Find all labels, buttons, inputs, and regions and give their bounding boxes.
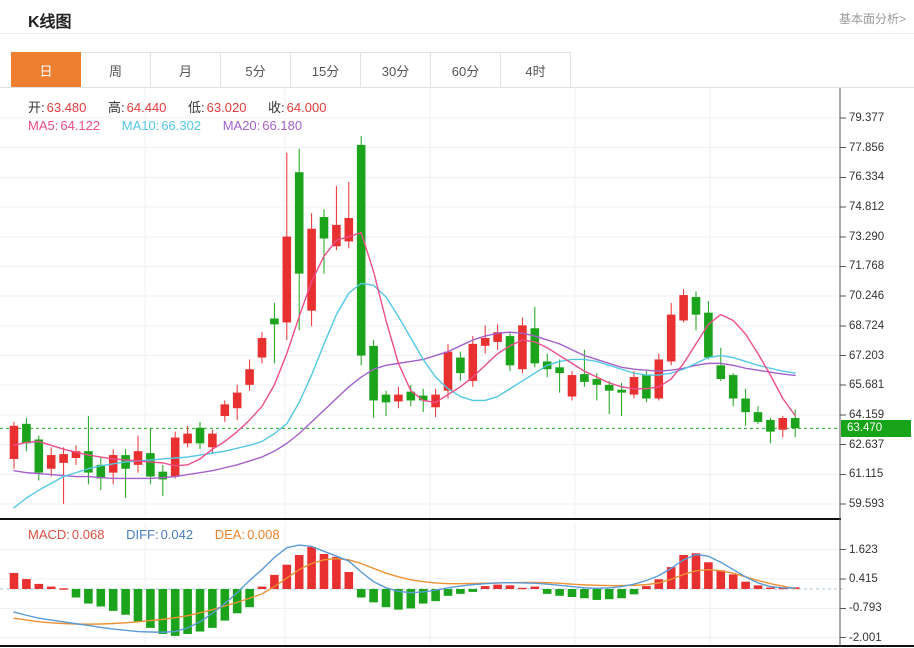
- ma20-value: 66.180: [262, 118, 302, 133]
- tab-item-5[interactable]: 30分: [361, 52, 431, 88]
- price-axis-label: 73.290: [849, 230, 884, 244]
- tab-item-3[interactable]: 5分: [221, 52, 291, 88]
- close-label: 收:: [268, 100, 285, 115]
- open-label: 开:: [28, 100, 45, 115]
- macd-value: 0.068: [72, 527, 105, 542]
- tab-item-1[interactable]: 周: [81, 52, 151, 88]
- price-axis-label: 77.856: [849, 141, 884, 155]
- high-label: 高:: [108, 100, 125, 115]
- ma5-value: 64.122: [60, 118, 100, 133]
- open-value: 63.480: [47, 100, 87, 115]
- close-value: 64.000: [287, 100, 327, 115]
- period-tabbar: 日周月5分15分30分60分4时: [11, 52, 571, 88]
- ma-readout: MA5:64.122 MA10:66.302 MA20:66.180: [28, 118, 304, 133]
- current-price-tag: 63.470: [841, 420, 911, 437]
- price-axis-label: 65.681: [849, 378, 884, 392]
- tab-item-6[interactable]: 60分: [431, 52, 501, 88]
- price-axis-label: 67.203: [849, 349, 884, 363]
- dea-label: DEA:: [215, 527, 245, 542]
- macd-readout: MACD:0.068 DIFF:0.042 DEA:0.008: [28, 527, 282, 542]
- page-title: K线图: [28, 8, 72, 32]
- price-axis-label: 79.377: [849, 111, 884, 125]
- price-axis-label: 62.637: [849, 438, 884, 452]
- tab-item-7[interactable]: 4时: [501, 52, 571, 88]
- macd-axis-label: 0.415: [849, 572, 878, 586]
- macd-axis-label: 1.623: [849, 543, 878, 557]
- tab-item-2[interactable]: 月: [151, 52, 221, 88]
- price-axis-label: 59.593: [849, 497, 884, 511]
- macd-axis-label: -0.793: [849, 601, 882, 615]
- price-axis-label: 76.334: [849, 170, 884, 184]
- ma10-label: MA10:: [122, 118, 160, 133]
- tab-item-0[interactable]: 日: [11, 52, 81, 88]
- fundamental-analysis-link[interactable]: 基本面分析>: [839, 10, 906, 27]
- dea-value: 0.008: [247, 527, 280, 542]
- macd-axis-label: -2.001: [849, 631, 882, 645]
- low-label: 低:: [188, 100, 205, 115]
- price-axis-label: 70.246: [849, 289, 884, 303]
- high-value: 64.440: [127, 100, 167, 115]
- price-axis-label: 61.115: [849, 467, 883, 481]
- tab-item-4[interactable]: 15分: [291, 52, 361, 88]
- price-axis-label: 74.812: [849, 200, 884, 214]
- low-value: 63.020: [207, 100, 247, 115]
- diff-label: DIFF:: [126, 527, 159, 542]
- price-axis-label: 71.768: [849, 259, 884, 273]
- ohlc-readout: 开:63.480 高:64.440 低:63.020 收:64.000: [28, 97, 328, 116]
- header-divider: [0, 33, 914, 34]
- ma20-label: MA20:: [223, 118, 261, 133]
- diff-value: 0.042: [161, 527, 194, 542]
- price-axis-label: 68.724: [849, 319, 884, 333]
- tabbar-divider: [0, 87, 914, 88]
- ma10-value: 66.302: [161, 118, 201, 133]
- ma5-label: MA5:: [28, 118, 58, 133]
- macd-label: MACD:: [28, 527, 70, 542]
